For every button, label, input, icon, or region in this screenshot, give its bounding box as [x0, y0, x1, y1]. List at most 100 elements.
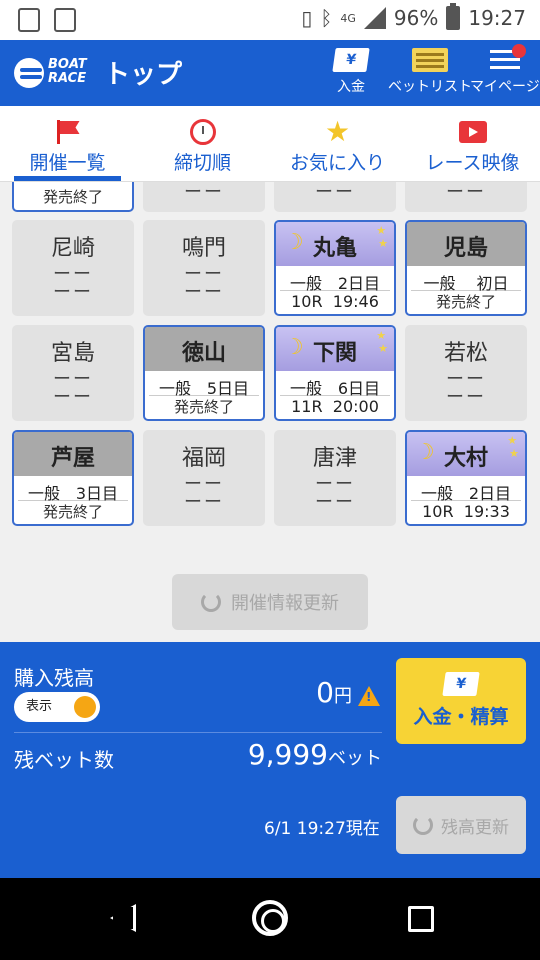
race-number: 11R: [291, 397, 323, 416]
refresh-schedule-button[interactable]: 開催情報更新: [172, 574, 368, 630]
venue-name: 芦屋: [14, 432, 132, 476]
remaining-bets-unit: ベット: [328, 748, 382, 769]
balance-unit: 円: [334, 686, 352, 707]
tab-favorites[interactable]: ★ お気に入り: [270, 106, 405, 181]
balance-value: 0: [316, 676, 334, 709]
back-icon[interactable]: [110, 904, 136, 932]
venue-card-wakamatsu[interactable]: 若松 ーー ーー: [405, 325, 527, 421]
venue-name: 下関: [312, 341, 357, 366]
refresh-icon: [413, 815, 433, 835]
remaining-bets-label: 残ベット数: [14, 748, 114, 772]
menu-icon: [489, 44, 526, 72]
venue-card-kojima[interactable]: 児島 一般 初日 発売終了: [405, 220, 527, 316]
venue-name: 丸亀: [312, 236, 357, 261]
venue-name: 徳山: [145, 327, 263, 371]
moon-icon: ☽: [415, 440, 435, 465]
sale-status: 発売終了: [411, 290, 521, 313]
boatrace-logo[interactable]: BOAT RACE: [14, 54, 88, 90]
balance-panel: 購入残高 表示 0円 ! ¥ 入金・精算 残ベット数 9,999ベット 6/1 …: [0, 642, 540, 878]
deposit-settle-button[interactable]: ¥ 入金・精算: [396, 658, 526, 744]
recent-apps-icon[interactable]: [408, 906, 434, 932]
race-day: 初日: [476, 274, 509, 293]
venue-name: 鳴門: [181, 236, 226, 261]
tab-bar: 開催一覧 締切順 ★ お気に入り レース映像: [0, 106, 540, 182]
clock: 19:27: [468, 6, 526, 30]
venue-card-omura[interactable]: ☽ ★ ★ 大村 一般 2日目 10R 19:33: [405, 430, 527, 526]
race-deadline: 20:00: [332, 397, 379, 416]
home-icon[interactable]: [252, 900, 288, 936]
divider: [14, 732, 382, 733]
venue-card-marugame[interactable]: ☽ ★ ★ 丸亀 一般 2日目 10R 19:46: [274, 220, 396, 316]
venue-card-partial[interactable]: ーー: [405, 182, 527, 212]
venue-grid: 発売終了 ーー ーー ーー 尼崎 ーー ーー 鳴門 ーー ーー ☽ ★ ★ 丸亀…: [0, 182, 540, 642]
venue-card-partial[interactable]: ーー: [143, 182, 265, 212]
deposit-button[interactable]: ¥ 入金: [332, 48, 370, 96]
venue-name: 宮島: [50, 341, 95, 366]
balance-label: 購入残高: [14, 666, 94, 690]
venue-card-fukuoka[interactable]: 福岡 ーー ーー: [143, 430, 265, 526]
no-race-dash: ーー: [53, 282, 93, 303]
venue-card-partial[interactable]: ーー: [274, 182, 396, 212]
tab-deadline-order[interactable]: 締切順: [135, 106, 270, 181]
tab-schedule-list[interactable]: 開催一覧: [0, 106, 135, 181]
boatrace-logo-icon: [14, 58, 44, 88]
notification-dot: [511, 44, 526, 58]
venue-header: ☽ ★ ★ 下関: [276, 327, 394, 371]
notification-icon: [54, 8, 76, 32]
no-race-dash: ーー: [315, 182, 355, 203]
balance-visibility-toggle[interactable]: 表示: [14, 692, 100, 722]
warning-icon: !: [358, 686, 380, 706]
venue-name: 大村: [443, 446, 488, 471]
venue-name: 福岡: [181, 446, 226, 471]
venue-header: ☽ ★ ★ 大村: [407, 432, 525, 476]
mypage-button[interactable]: マイページ: [470, 44, 540, 96]
stars-icon: ★ ★: [505, 434, 519, 460]
battery-icon: [446, 3, 461, 30]
tab-label: お気に入り: [289, 152, 385, 174]
tab-race-video[interactable]: レース映像: [405, 106, 540, 181]
no-race-dash: ーー: [184, 282, 224, 303]
mypage-label: マイページ: [470, 79, 540, 95]
no-race-dash: ーー: [446, 182, 486, 203]
signal-icon: [363, 7, 386, 29]
deposit-label: 入金: [337, 79, 365, 95]
tab-label: レース映像: [425, 152, 520, 174]
race-deadline: 19:33: [463, 502, 510, 521]
moon-icon: ☽: [284, 230, 304, 255]
venue-card-amagasaki[interactable]: 尼崎 ーー ーー: [12, 220, 134, 316]
race-deadline: 19:46: [332, 292, 379, 311]
race-day: 3日目: [75, 484, 119, 503]
venue-card-naruto[interactable]: 鳴門 ーー ーー: [143, 220, 265, 316]
page-title: トップ: [104, 60, 183, 90]
venue-name: 尼崎: [50, 236, 95, 261]
logo-text: BOAT RACE: [48, 57, 87, 86]
toggle-knob: [74, 696, 96, 718]
app-header: BOAT RACE トップ ¥ 入金 ベットリスト マイページ: [0, 40, 540, 106]
system-nav-bar: [0, 878, 540, 960]
update-balance-button[interactable]: 残高更新: [396, 796, 526, 854]
venue-card-miyajima[interactable]: 宮島 ーー ーー: [12, 325, 134, 421]
ticket-icon: [412, 48, 448, 72]
venue-header: ☽ ★ ★ 丸亀: [276, 222, 394, 266]
race-grade: 一般: [158, 379, 191, 398]
network-type: 4G: [340, 11, 356, 25]
race-day: 2日目: [468, 484, 512, 503]
no-race-dash: ーー: [53, 387, 93, 408]
moon-icon: ☽: [284, 335, 304, 360]
venue-card-tokuyama[interactable]: 徳山 一般 5日目 発売終了: [143, 325, 265, 421]
race-grade: 一般: [289, 379, 322, 398]
race-grade: 一般: [27, 484, 60, 503]
balance-amount: 0円: [316, 676, 352, 709]
betlist-label: ベットリスト: [388, 79, 472, 95]
betlist-button[interactable]: ベットリスト: [388, 48, 472, 96]
tab-label: 締切順: [173, 152, 231, 174]
deposit-settle-label: 入金・精算: [413, 706, 509, 728]
venue-card-shimonoseki[interactable]: ☽ ★ ★ 下関 一般 6日目 11R 20:00: [274, 325, 396, 421]
remaining-bets-value: 9,999: [247, 738, 328, 771]
venue-card-karatsu[interactable]: 唐津 ーー ーー: [274, 430, 396, 526]
venue-card-ashiya[interactable]: 芦屋 一般 3日目 発売終了: [12, 430, 134, 526]
refresh-icon: [201, 592, 221, 612]
venue-card-partial[interactable]: 発売終了: [12, 182, 134, 212]
no-race-dash: ーー: [184, 182, 224, 203]
star-icon: ★: [324, 115, 351, 148]
